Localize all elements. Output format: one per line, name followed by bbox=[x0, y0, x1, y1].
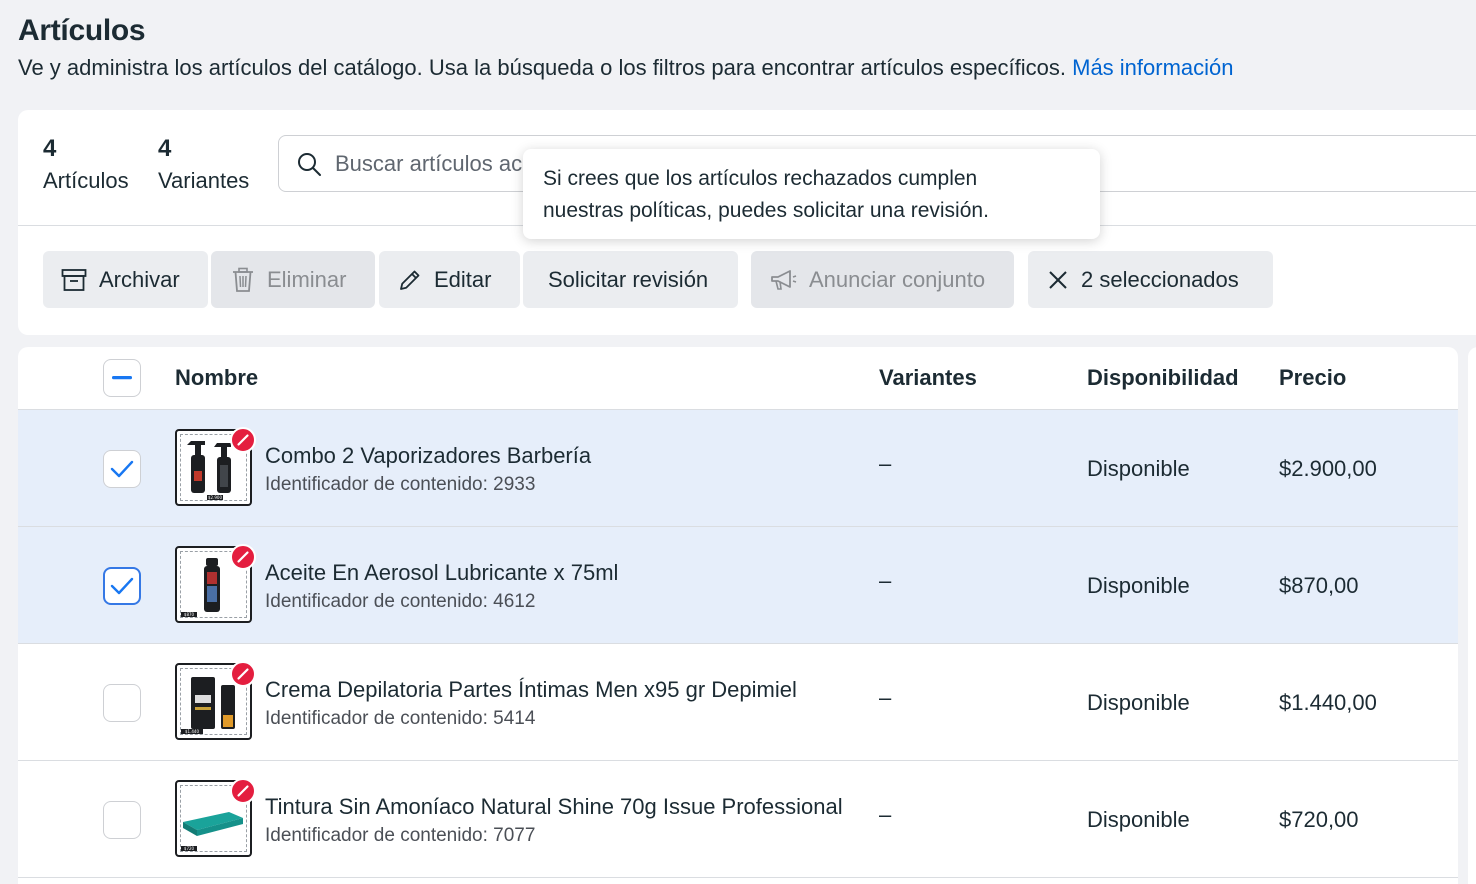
items-count: 4 bbox=[43, 135, 57, 162]
variants-cell: – bbox=[879, 685, 892, 710]
table-row[interactable]: $2.900 Combo 2 Vaporizadores Barbería Id… bbox=[18, 410, 1458, 527]
rejected-icon[interactable] bbox=[230, 427, 256, 453]
product-content-id: Identificador de contenido: 7077 bbox=[265, 825, 536, 846]
thumb-price-tag: $870 bbox=[184, 612, 195, 617]
product-content-id: Identificador de contenido: 2933 bbox=[265, 474, 536, 495]
column-header-price[interactable]: Precio bbox=[1279, 365, 1346, 391]
product-content-id: Identificador de contenido: 4612 bbox=[265, 591, 536, 612]
tooltip-line-1: Si crees que los artículos rechazados cu… bbox=[543, 167, 978, 190]
price-cell: $1.440,00 bbox=[1279, 690, 1377, 715]
side-panel-edge bbox=[1468, 347, 1476, 884]
variants-cell: – bbox=[879, 568, 892, 593]
advertise-set-button[interactable]: Anunciar conjunto bbox=[751, 251, 1014, 308]
availability-cell: Disponible bbox=[1087, 690, 1190, 715]
rejected-icon[interactable] bbox=[230, 544, 256, 570]
delete-button[interactable]: Eliminar bbox=[211, 251, 375, 308]
request-review-tooltip: Si crees que los artículos rechazados cu… bbox=[523, 149, 1100, 239]
availability-cell: Disponible bbox=[1087, 573, 1190, 598]
availability-cell: Disponible bbox=[1087, 456, 1190, 481]
archive-box-icon bbox=[61, 268, 87, 292]
thumb-price-tag: $1.440 bbox=[185, 729, 199, 734]
edit-button[interactable]: Editar bbox=[379, 251, 520, 308]
megaphone-icon bbox=[769, 268, 797, 292]
row-checkbox[interactable] bbox=[103, 684, 141, 722]
page-subtitle: Ve y administra los artículos del catálo… bbox=[18, 55, 1234, 81]
select-all-checkbox[interactable] bbox=[103, 359, 141, 397]
archive-label: Archivar bbox=[99, 266, 180, 292]
availability-cell: Disponible bbox=[1087, 807, 1190, 832]
thumb-price-tag: $720 bbox=[184, 846, 195, 851]
page-subtitle-text: Ve y administra los artículos del catálo… bbox=[18, 55, 1066, 80]
variants-cell: – bbox=[879, 451, 892, 476]
column-header-name[interactable]: Nombre bbox=[175, 365, 258, 391]
table-row[interactable]: $870 Aceite En Aerosol Lubricante x 75ml… bbox=[18, 527, 1458, 644]
pencil-icon bbox=[398, 268, 422, 292]
request-review-button[interactable]: Solicitar revisión bbox=[523, 251, 738, 308]
search-icon bbox=[298, 153, 321, 176]
request-review-label: Solicitar revisión bbox=[548, 266, 709, 292]
close-icon bbox=[1047, 269, 1069, 291]
rejected-icon[interactable] bbox=[230, 778, 256, 804]
indeterminate-icon bbox=[112, 376, 132, 380]
price-cell: $870,00 bbox=[1279, 573, 1359, 598]
checkmark-icon bbox=[110, 577, 134, 595]
delete-label: Eliminar bbox=[267, 266, 347, 292]
table-row[interactable]: $1.440 Crema Depilatoria Partes Íntimas … bbox=[18, 644, 1458, 761]
clear-selection-button[interactable]: 2 seleccionados bbox=[1028, 251, 1273, 308]
items-table: Nombre Variantes Disponibilidad Precio $… bbox=[18, 347, 1458, 884]
table-header: Nombre Variantes Disponibilidad Precio bbox=[18, 347, 1458, 410]
items-stat: 4 Artículos bbox=[43, 135, 129, 194]
page-title: Artículos bbox=[18, 14, 146, 47]
product-name[interactable]: Crema Depilatoria Partes Íntimas Men x95… bbox=[265, 677, 797, 703]
selected-count-label: 2 seleccionados bbox=[1081, 266, 1239, 292]
column-header-variants[interactable]: Variantes bbox=[879, 365, 977, 391]
row-checkbox[interactable] bbox=[103, 801, 141, 839]
variants-stat: 4 Variantes bbox=[158, 135, 249, 194]
variants-cell: – bbox=[879, 802, 892, 827]
product-name[interactable]: Tintura Sin Amoníaco Natural Shine 70g I… bbox=[265, 794, 843, 820]
rejected-icon[interactable] bbox=[230, 661, 256, 687]
product-content-id: Identificador de contenido: 5414 bbox=[265, 708, 536, 729]
column-header-availability[interactable]: Disponibilidad bbox=[1087, 365, 1239, 391]
variants-label: Variantes bbox=[158, 168, 250, 193]
archive-button[interactable]: Archivar bbox=[43, 251, 208, 308]
search-input[interactable] bbox=[335, 148, 525, 180]
items-label: Artículos bbox=[43, 168, 129, 193]
edit-label: Editar bbox=[434, 266, 492, 292]
table-row[interactable]: $720 Tintura Sin Amoníaco Natural Shine … bbox=[18, 761, 1458, 878]
product-name[interactable]: Aceite En Aerosol Lubricante x 75ml bbox=[265, 560, 618, 586]
checkmark-icon bbox=[110, 460, 134, 478]
row-checkbox[interactable] bbox=[103, 567, 141, 605]
thumb-price-tag: $2.900 bbox=[208, 495, 222, 500]
price-cell: $720,00 bbox=[1279, 807, 1359, 832]
tooltip-line-2: nuestras políticas, puedes solicitar una… bbox=[543, 199, 989, 222]
learn-more-link[interactable]: Más información bbox=[1072, 55, 1233, 80]
row-checkbox[interactable] bbox=[103, 450, 141, 488]
product-name[interactable]: Combo 2 Vaporizadores Barbería bbox=[265, 443, 591, 469]
price-cell: $2.900,00 bbox=[1279, 456, 1377, 481]
variants-count: 4 bbox=[158, 135, 172, 162]
trash-icon bbox=[231, 267, 255, 293]
advertise-set-label: Anunciar conjunto bbox=[809, 266, 986, 292]
